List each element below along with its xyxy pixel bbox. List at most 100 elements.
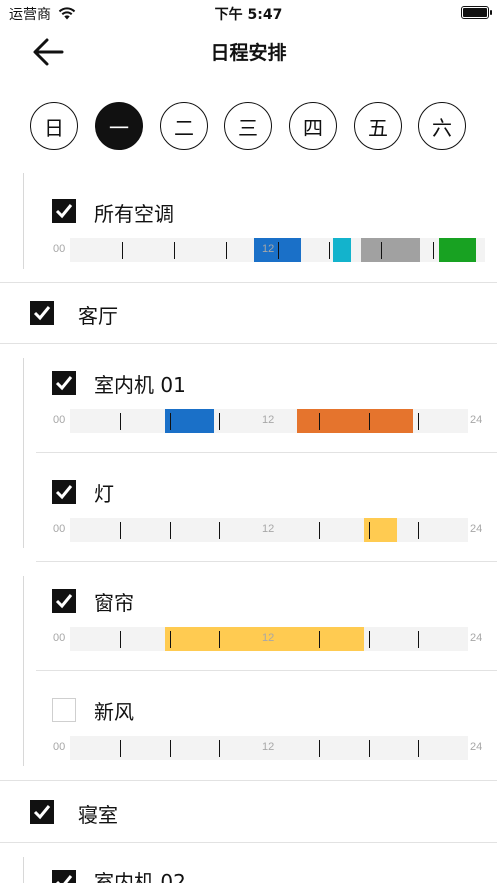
page-title: 日程安排: [210, 42, 287, 64]
checkmark-icon: [56, 875, 73, 883]
room-bedroom-checkbox[interactable]: [30, 800, 54, 824]
timeline-tick: [329, 242, 331, 259]
timeline-start-label: 00: [53, 632, 66, 644]
timeline-start-label: 00: [53, 243, 66, 255]
timeline-tick: [169, 413, 171, 430]
timeline-tick: [433, 242, 435, 259]
divider: [0, 282, 497, 283]
timeline-tick: [173, 242, 175, 259]
device-indoor-02-checkbox[interactable]: [52, 870, 76, 883]
day-label: 五: [368, 115, 388, 140]
timeline-tick: [219, 631, 221, 648]
checkmark-icon: [55, 376, 73, 391]
day-monday[interactable]: 一: [95, 102, 143, 150]
section-indent-line: [23, 358, 24, 548]
day-label: 二: [174, 115, 194, 140]
timeline-tick: [418, 413, 420, 430]
timeline-tick: [318, 740, 320, 757]
status-bar: 运营商 下午 5:47: [0, 0, 497, 26]
day-thursday[interactable]: 四: [289, 102, 337, 150]
day-label: 四: [303, 115, 323, 140]
room-living-checkbox[interactable]: [30, 301, 54, 325]
timeline-tick: [277, 242, 279, 259]
timeline-tick: [219, 413, 221, 430]
timeline-tick: [318, 413, 320, 430]
timeline-tick: [119, 631, 121, 648]
checkmark-icon: [55, 485, 73, 500]
device-curtain-timeline[interactable]: 12: [70, 627, 468, 651]
timeline-end-label: 24: [470, 632, 483, 644]
device-curtain-label: 窗帘: [94, 591, 134, 615]
timeline-end-label: 24: [470, 414, 483, 426]
timeline-mid-label: 12: [262, 632, 275, 644]
day-wednesday[interactable]: 三: [224, 102, 272, 150]
device-indoor-01-checkbox[interactable]: [52, 371, 76, 395]
device-fresh-air-checkbox[interactable]: [52, 698, 76, 722]
timeline-start-label: 00: [53, 414, 66, 426]
timeline-tick: [119, 413, 121, 430]
timeline-tick: [169, 740, 171, 757]
divider: [0, 780, 497, 781]
timeline-tick: [318, 522, 320, 539]
timeline-end-label: 24: [470, 741, 483, 753]
day-label: 六: [432, 115, 452, 140]
timeline-tick: [318, 631, 320, 648]
device-indoor-01-label: 室内机 01: [94, 373, 186, 397]
status-time: 下午 5:47: [214, 7, 283, 23]
day-sunday[interactable]: 日: [30, 102, 78, 150]
device-indoor-01-timeline[interactable]: 12: [70, 409, 468, 433]
divider: [0, 343, 497, 344]
timeline-tick: [418, 631, 420, 648]
navigation-bar: 日程安排: [0, 26, 497, 76]
timeline-tick: [368, 522, 370, 539]
day-saturday[interactable]: 六: [418, 102, 466, 150]
section-indent-line: [23, 857, 24, 883]
timeline-tick: [121, 242, 123, 259]
day-tuesday[interactable]: 二: [160, 102, 208, 150]
all-ac-timeline[interactable]: 12: [70, 238, 485, 262]
timeline-mid-label: 12: [262, 243, 275, 255]
checkmark-icon: [55, 594, 73, 609]
device-curtain-checkbox[interactable]: [52, 589, 76, 613]
checkmark-icon: [33, 805, 51, 820]
device-indoor-02-label: 室内机 02: [94, 870, 186, 883]
weekday-selector: 日 一 二 三 四 五 六: [0, 102, 497, 150]
timeline-tick: [368, 413, 370, 430]
schedule-segment[interactable]: [297, 409, 414, 433]
schedule-segment[interactable]: [332, 238, 352, 262]
schedule-segment[interactable]: [164, 409, 215, 433]
divider: [36, 561, 497, 562]
timeline-tick: [418, 740, 420, 757]
timeline-tick: [368, 631, 370, 648]
device-light-checkbox[interactable]: [52, 480, 76, 504]
divider: [0, 842, 497, 843]
timeline-tick: [418, 522, 420, 539]
device-fresh-air-timeline[interactable]: 12: [70, 736, 468, 760]
timeline-tick: [169, 522, 171, 539]
schedule-segment[interactable]: [438, 238, 476, 262]
timeline-tick: [219, 522, 221, 539]
timeline-mid-label: 12: [262, 741, 275, 753]
room-bedroom-label: 寝室: [78, 803, 118, 827]
timeline-start-label: 00: [53, 523, 66, 535]
day-friday[interactable]: 五: [354, 102, 402, 150]
room-living-label: 客厅: [78, 304, 118, 328]
battery-icon: [461, 6, 492, 19]
timeline-tick: [368, 740, 370, 757]
day-label: 日: [44, 115, 64, 140]
timeline-end-label: 24: [470, 523, 483, 535]
device-fresh-air-label: 新风: [94, 700, 134, 724]
day-label: 一: [109, 115, 129, 140]
checkmark-icon: [33, 306, 51, 321]
timeline-tick: [219, 740, 221, 757]
all-ac-label: 所有空调: [94, 202, 174, 226]
device-light-timeline[interactable]: 12: [70, 518, 468, 542]
all-ac-checkbox[interactable]: [52, 199, 76, 223]
section-indent-line: [23, 576, 24, 766]
checkmark-icon: [55, 204, 73, 219]
timeline-tick: [119, 522, 121, 539]
timeline-mid-label: 12: [262, 523, 275, 535]
schedule-segment[interactable]: [360, 238, 421, 262]
timeline-tick: [119, 740, 121, 757]
timeline-tick: [169, 631, 171, 648]
